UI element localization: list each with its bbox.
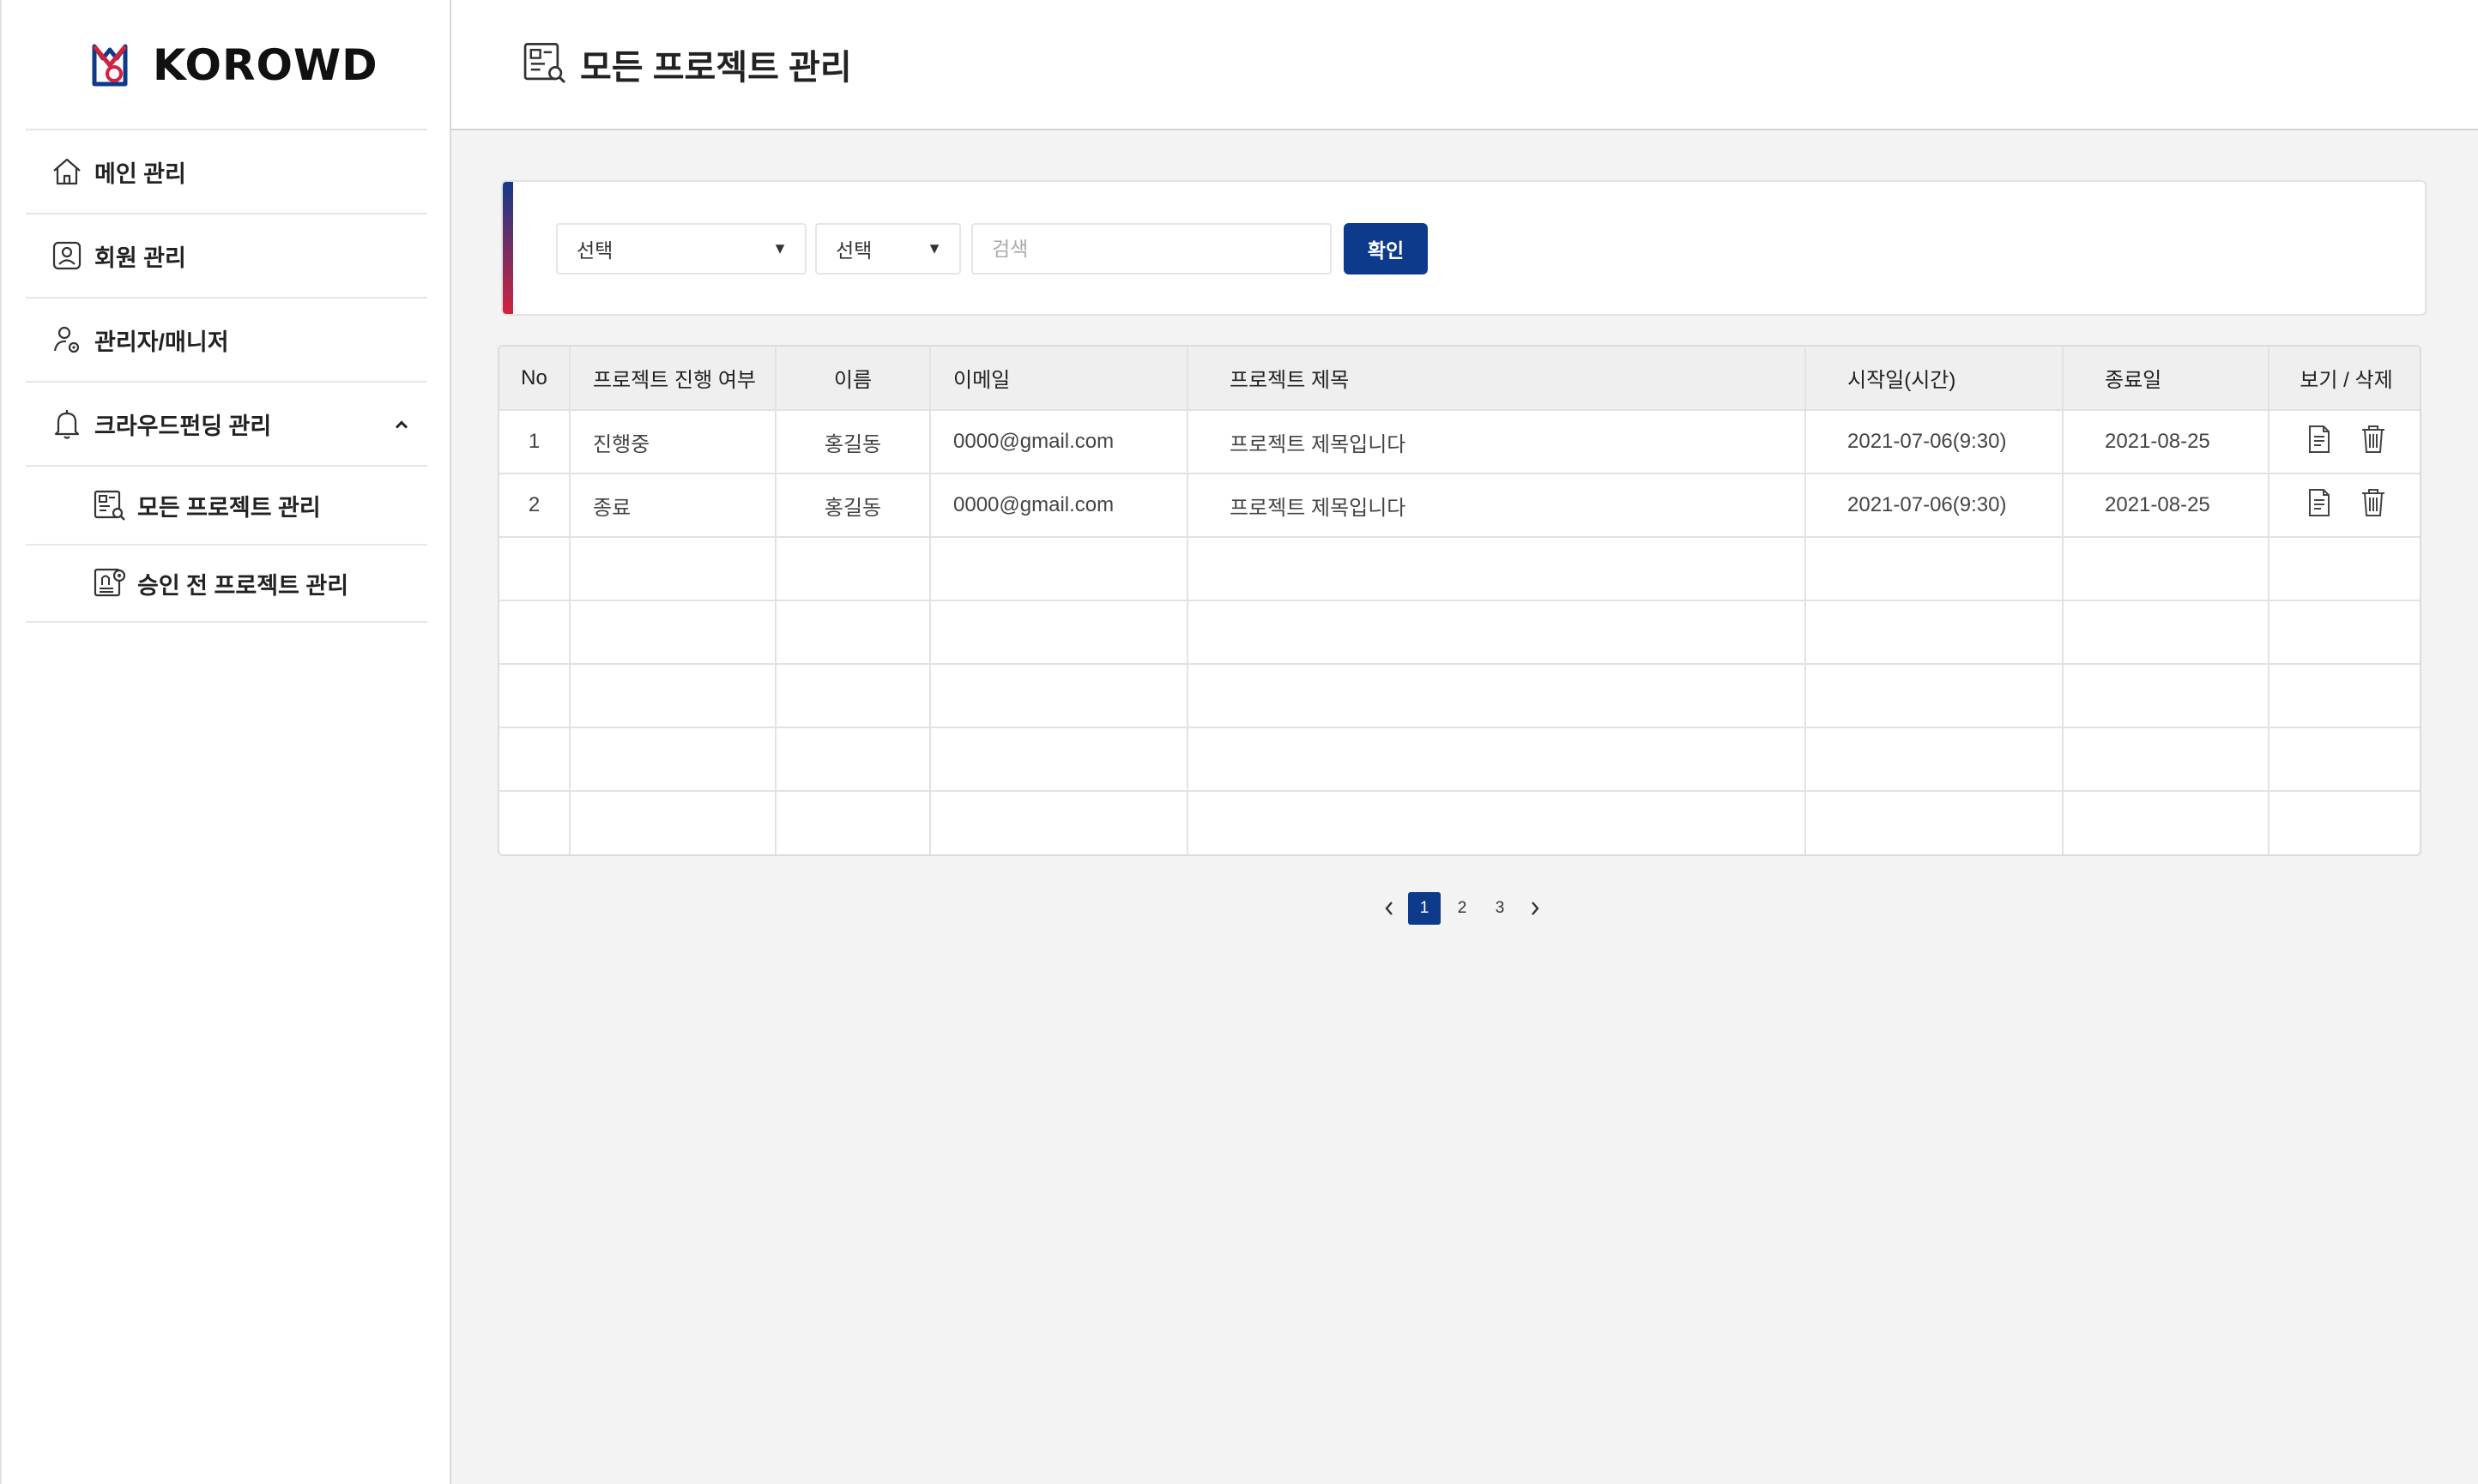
document-search-icon <box>522 39 568 90</box>
bell-icon <box>50 407 84 441</box>
cell-no: 2 <box>499 474 571 538</box>
cell-status: 종료 <box>570 474 777 538</box>
chevron-up-icon[interactable] <box>393 411 410 437</box>
sidebar-item-label: 관리자/매니저 <box>94 329 229 355</box>
empty-row <box>499 600 2420 665</box>
field-select[interactable]: 선택 ▼ <box>815 223 961 274</box>
korowd-logo-icon <box>92 44 128 87</box>
prev-page-icon[interactable] <box>1373 892 1405 925</box>
next-page-icon[interactable] <box>1519 892 1551 925</box>
empty-row <box>499 727 2420 792</box>
delete-trash-icon[interactable] <box>2360 425 2386 460</box>
status-select-value: 선택 <box>577 239 613 262</box>
page-3[interactable]: 3 <box>1484 892 1516 925</box>
projects-table: No 프로젝트 진행 여부 이름 이메일 프로젝트 제목 시작일(시간) 종료일… <box>498 345 2421 856</box>
col-header-status[interactable]: 프로젝트 진행 여부 <box>570 347 777 411</box>
sidebar-item-members[interactable]: 회원 관리 <box>26 213 427 297</box>
sidebar-item-label: 크라우드펀딩 관리 <box>94 413 272 439</box>
col-header-email[interactable]: 이메일 <box>930 347 1188 411</box>
col-header-name[interactable]: 이름 <box>776 347 931 411</box>
cell-end: 2021-08-25 <box>2063 410 2269 474</box>
cell-title: 프로젝트 제목입니다 <box>1188 474 1806 538</box>
delete-trash-icon[interactable] <box>2360 488 2386 523</box>
sidebar-item-label: 모든 프로젝트 관리 <box>137 494 321 521</box>
table-row[interactable]: 1 진행중 홍길동 0000@gmail.com 프로젝트 제목입니다 2021… <box>499 410 2420 474</box>
cell-name: 홍길동 <box>776 410 931 474</box>
col-header-start[interactable]: 시작일(시간) <box>1805 347 2064 411</box>
cell-no: 1 <box>499 410 571 474</box>
search-input[interactable] <box>971 223 1332 274</box>
page-2[interactable]: 2 <box>1446 892 1478 925</box>
col-header-title[interactable]: 프로젝트 제목 <box>1188 347 1806 411</box>
cell-title: 프로젝트 제목입니다 <box>1188 410 1806 474</box>
dropdown-arrow-icon: ▼ <box>772 239 788 257</box>
sidebar-item-label: 회원 관리 <box>94 244 186 271</box>
field-select-value: 선택 <box>836 239 873 262</box>
brand-logo[interactable]: KOROWD <box>91 39 378 91</box>
pagination: 1 2 3 <box>1373 892 1551 925</box>
confirm-button[interactable]: 확인 <box>1344 223 1428 274</box>
cell-email: 0000@gmail.com <box>930 410 1188 474</box>
cell-start: 2021-07-06(9:30) <box>1805 410 2064 474</box>
sidebar-item-all-projects[interactable]: 모든 프로젝트 관리 <box>26 465 427 544</box>
sidebar-item-pending-projects[interactable]: 승인 전 프로젝트 관리 <box>26 544 427 623</box>
document-search-icon <box>93 488 127 522</box>
search-panel: 선택 ▼ 선택 ▼ 확인 <box>501 180 2427 316</box>
sidebar-item-crowdfunding[interactable]: 크라우드펀딩 관리 <box>26 381 427 465</box>
col-header-actions: 보기 / 삭제 <box>2269 347 2420 411</box>
sidebar: KOROWD 메인 관리 회원 관리 관리자/매니저 크라우드펀딩 관리 모든 … <box>0 0 451 1484</box>
table-header-row: No 프로젝트 진행 여부 이름 이메일 프로젝트 제목 시작일(시간) 종료일… <box>499 347 2420 411</box>
cell-end: 2021-08-25 <box>2063 474 2269 538</box>
cell-status: 진행중 <box>570 410 777 474</box>
home-icon <box>50 154 84 189</box>
col-header-no: No <box>499 347 571 411</box>
empty-row <box>499 537 2420 601</box>
cell-email: 0000@gmail.com <box>930 474 1188 538</box>
page-header: 모든 프로젝트 관리 <box>451 0 2478 130</box>
view-document-icon[interactable] <box>2307 425 2331 460</box>
brand-name: KOROWD <box>153 40 378 90</box>
col-header-end[interactable]: 종료일 <box>2063 347 2269 411</box>
sidebar-nav: 메인 관리 회원 관리 관리자/매니저 크라우드펀딩 관리 모든 프로젝트 관리… <box>26 129 427 623</box>
cell-actions <box>2269 474 2420 538</box>
sidebar-item-main[interactable]: 메인 관리 <box>26 129 427 213</box>
sidebar-item-label: 승인 전 프로젝트 관리 <box>137 572 349 599</box>
sidebar-item-managers[interactable]: 관리자/매니저 <box>26 297 427 381</box>
cell-start: 2021-07-06(9:30) <box>1805 474 2064 538</box>
page-1[interactable]: 1 <box>1408 892 1441 925</box>
table-row[interactable]: 2 종료 홍길동 0000@gmail.com 프로젝트 제목입니다 2021-… <box>499 474 2420 538</box>
sidebar-item-label: 메인 관리 <box>94 160 186 187</box>
cell-actions <box>2269 410 2420 474</box>
empty-row <box>499 791 2420 854</box>
cell-name: 홍길동 <box>776 474 931 538</box>
view-document-icon[interactable] <box>2307 488 2331 523</box>
member-card-icon <box>50 238 84 273</box>
page-title: 모든 프로젝트 관리 <box>580 49 852 87</box>
dropdown-arrow-icon: ▼ <box>927 239 942 257</box>
panel-accent-bar <box>503 182 513 314</box>
status-select[interactable]: 선택 ▼ <box>556 223 807 274</box>
empty-row <box>499 664 2420 728</box>
document-approve-icon <box>93 566 127 600</box>
manager-gear-icon <box>50 323 84 357</box>
